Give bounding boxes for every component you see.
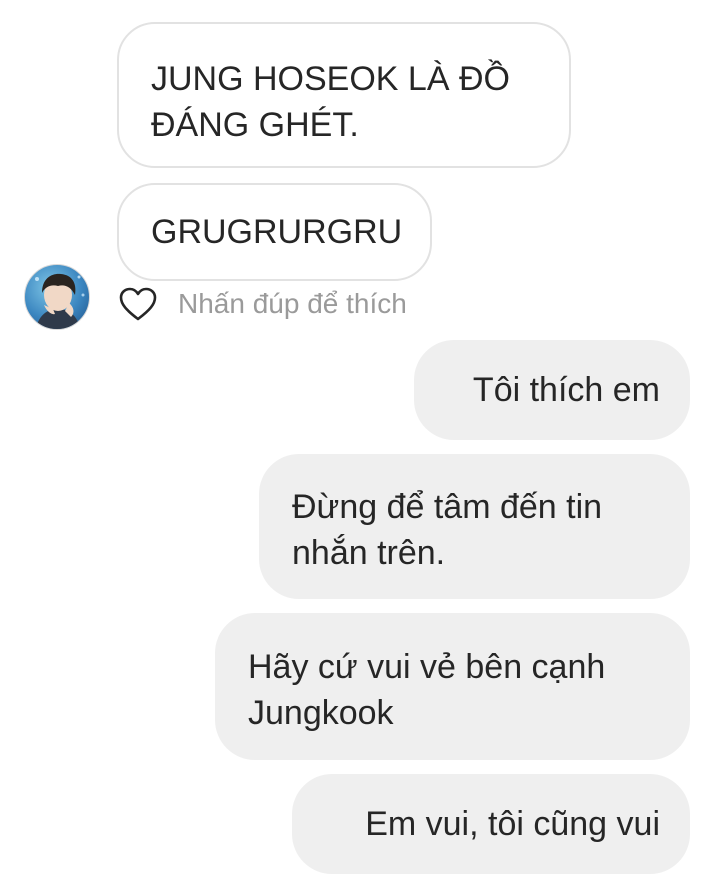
chat-thread: JUNG HOSEOK LÀ ĐỒ ĐÁNG GHÉT. GRUGRURGRU … xyxy=(0,0,713,892)
avatar-image xyxy=(35,273,85,329)
outgoing-message-3[interactable]: Hãy cứ vui vẻ bên cạnh Jungkook xyxy=(215,613,690,760)
outgoing-message-4[interactable]: Em vui, tôi cũng vui xyxy=(292,774,690,874)
incoming-message-1[interactable]: JUNG HOSEOK LÀ ĐỒ ĐÁNG GHÉT. xyxy=(117,22,571,168)
heart-outline-icon[interactable] xyxy=(118,284,160,324)
outgoing-message-1[interactable]: Tôi thích em xyxy=(414,340,690,440)
outgoing-message-2[interactable]: Đừng để tâm đến tin nhắn trên. xyxy=(259,454,690,599)
incoming-message-2[interactable]: GRUGRURGRU xyxy=(117,183,432,281)
sender-avatar[interactable] xyxy=(24,264,90,330)
like-row: Nhấn đúp để thích xyxy=(118,284,407,324)
double-tap-to-like-hint: Nhấn đúp để thích xyxy=(178,288,407,319)
